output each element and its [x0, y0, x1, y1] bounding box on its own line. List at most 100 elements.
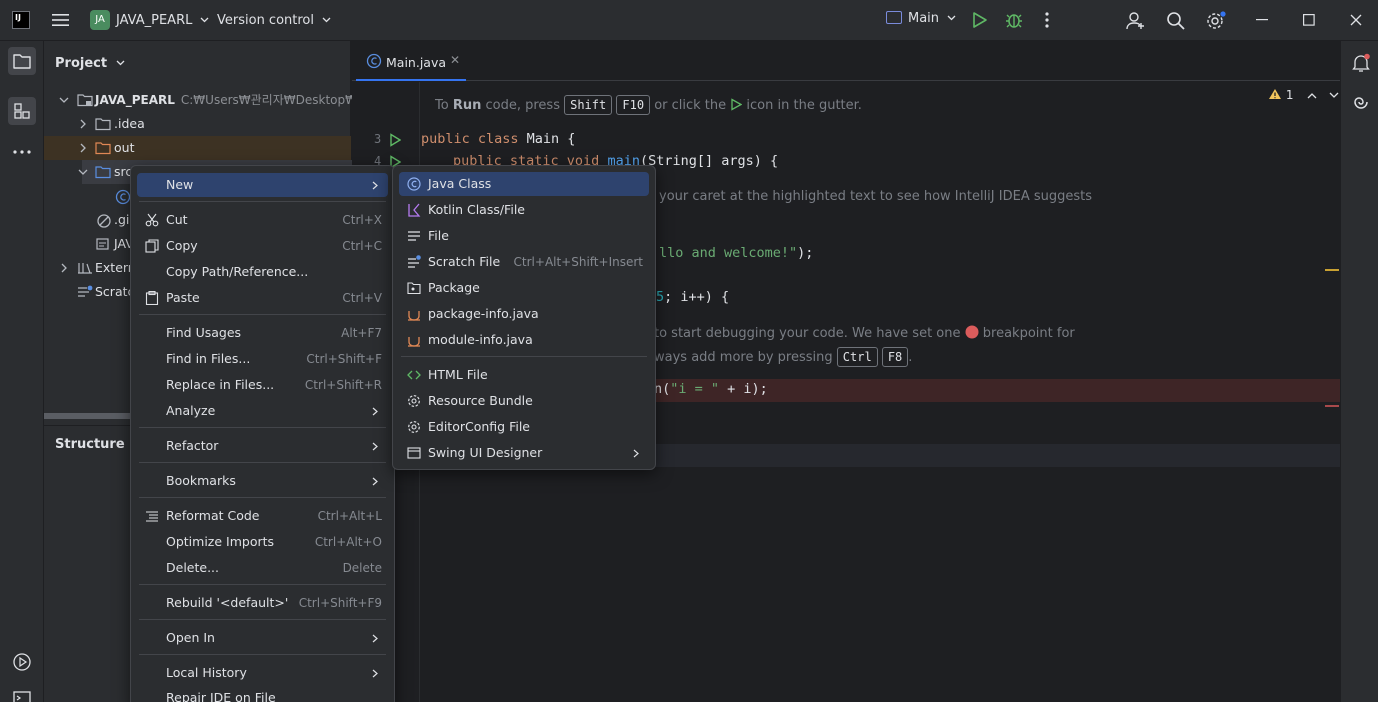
menu-item-shortcut: Ctrl+V	[342, 291, 382, 305]
project-tool-window-folder-icon[interactable]	[8, 47, 36, 75]
menu-item-label: Swing UI Designer	[428, 445, 543, 460]
project-switcher[interactable]: JAVA_PEARL	[116, 13, 209, 28]
maximize-icon[interactable]	[1303, 14, 1315, 26]
scratch-file-icon	[407, 255, 421, 269]
menu-item-bookmarks[interactable]: Bookmarks	[137, 469, 388, 493]
menu-separator	[139, 427, 386, 428]
more-actions-icon[interactable]	[1042, 11, 1052, 29]
menu-item-label: EditorConfig File	[428, 419, 530, 434]
more-tool-windows-icon[interactable]	[8, 138, 36, 166]
debug-icon[interactable]	[1005, 11, 1023, 29]
chevron-right-icon[interactable]	[78, 143, 88, 153]
menu-item-label: Copy Path/Reference...	[166, 264, 309, 279]
menu-item-find-usages[interactable]: Find Usages Alt+F7	[137, 321, 388, 345]
notifications-bell-icon[interactable]	[1351, 53, 1371, 73]
close-icon[interactable]	[1350, 14, 1362, 26]
terminal-icon[interactable]	[8, 684, 36, 702]
menu-item-shortcut: Ctrl+C	[342, 239, 382, 253]
submenu-item-package[interactable]: Package	[399, 276, 649, 300]
submenu-item-html-file[interactable]: HTML File	[399, 363, 649, 387]
menu-item-label: Paste	[166, 290, 200, 305]
code-line: public class Main {	[421, 131, 575, 147]
breakpoint-dot-icon	[965, 325, 979, 339]
chevron-down-icon[interactable]	[78, 167, 88, 177]
menu-item-optimize-imports[interactable]: Optimize Imports Ctrl+Alt+O	[137, 530, 388, 554]
chevron-down-icon[interactable]	[1329, 92, 1339, 99]
ai-assistant-spiral-icon[interactable]	[1351, 92, 1371, 112]
chevron-right-icon	[372, 669, 378, 678]
submenu-item-java-class[interactable]: Java Class	[399, 172, 649, 196]
intellij-logo-icon: IJ	[12, 11, 30, 29]
menu-item-copy[interactable]: Copy Ctrl+C	[137, 234, 388, 258]
hint-text: icon in the gutter.	[742, 98, 862, 113]
settings-gear-icon[interactable]	[1205, 11, 1227, 31]
menu-item-label: Reformat Code	[166, 508, 260, 523]
chevron-right-icon[interactable]	[59, 263, 69, 273]
menu-item-label: module-info.java	[428, 332, 533, 347]
root-name: JAVA_PEARL	[95, 93, 175, 107]
menu-item-cut[interactable]: Cut Ctrl+X	[137, 208, 388, 232]
tree-row-root[interactable]: JAVA_PEARL C:₩Users₩관리자₩Desktop₩proje	[44, 88, 387, 112]
close-tab-icon[interactable]: ✕	[450, 53, 460, 67]
menu-item-paste[interactable]: Paste Ctrl+V	[137, 286, 388, 310]
project-context-menu: New Cut Ctrl+X Copy Ctrl+C Copy Path/Ref…	[130, 165, 395, 702]
run-gutter-icon[interactable]	[389, 133, 401, 147]
submenu-item-file[interactable]: File	[399, 224, 649, 248]
menu-item-analyze[interactable]: Analyze	[137, 399, 388, 423]
main-menu-icon[interactable]	[52, 12, 70, 28]
warning-stripe-marker[interactable]	[1325, 269, 1339, 271]
menu-item-refactor[interactable]: Refactor	[137, 434, 388, 458]
scrollbar-thumb[interactable]	[44, 413, 134, 419]
chevron-down-icon[interactable]	[59, 95, 69, 105]
menu-item-shortcut: Ctrl+X	[342, 213, 382, 227]
submenu-item-kotlin-class[interactable]: Kotlin Class/File	[399, 198, 649, 222]
menu-item-reformat-code[interactable]: Reformat Code Ctrl+Alt+L	[137, 504, 388, 528]
chevron-up-icon[interactable]	[1307, 92, 1317, 99]
run-configuration-selector[interactable]: Main	[886, 11, 956, 31]
menu-item-label: Cut	[166, 212, 188, 227]
project-badge[interactable]: JA	[90, 10, 110, 30]
menu-item-local-history[interactable]: Local History	[137, 661, 388, 685]
submenu-item-package-info[interactable]: package-info.java	[399, 302, 649, 326]
menu-item-find-in-files[interactable]: Find in Files... Ctrl+Shift+F	[137, 347, 388, 371]
submenu-item-swing-ui-designer[interactable]: Swing UI Designer	[399, 441, 649, 465]
menu-item-copy-path[interactable]: Copy Path/Reference...	[137, 260, 388, 284]
minimize-icon[interactable]	[1256, 19, 1268, 21]
submenu-item-editorconfig[interactable]: EditorConfig File	[399, 415, 649, 439]
inspection-widget[interactable]: 1	[1268, 88, 1339, 102]
menu-item-repair-ide[interactable]: Repair IDE on File	[137, 686, 388, 702]
excluded-folder-icon	[95, 141, 111, 155]
breakpoint-stripe-marker[interactable]	[1325, 405, 1339, 407]
tab-label: Main.java	[386, 55, 447, 70]
add-user-icon[interactable]	[1126, 11, 1146, 31]
menu-separator	[139, 314, 386, 315]
line-number: 3	[374, 132, 382, 146]
menu-item-open-in[interactable]: Open In	[137, 626, 388, 650]
submenu-item-resource-bundle[interactable]: Resource Bundle	[399, 389, 649, 413]
menu-item-rebuild[interactable]: Rebuild '<default>' Ctrl+Shift+F9	[137, 591, 388, 615]
menu-item-replace-in-files[interactable]: Replace in Files... Ctrl+Shift+R	[137, 373, 388, 397]
tree-row-idea[interactable]: .idea	[44, 112, 351, 136]
chevron-right-icon	[372, 407, 378, 416]
tree-row-out[interactable]: out	[44, 136, 351, 160]
hint-text: To	[435, 98, 453, 113]
comment-text: to start debugging your code. We have se…	[654, 326, 965, 341]
menu-item-new[interactable]: New	[137, 173, 388, 197]
version-control-widget[interactable]: Version control	[217, 13, 331, 28]
structure-tool-window-icon[interactable]	[8, 97, 36, 125]
code-token: "i = "	[670, 381, 720, 397]
services-icon[interactable]	[8, 648, 36, 676]
menu-item-shortcut: Ctrl+Alt+O	[314, 535, 382, 549]
code-line: n("i = " + i);	[654, 381, 768, 397]
menu-item-label: Rebuild '<default>'	[166, 595, 289, 610]
run-icon[interactable]	[972, 11, 988, 29]
search-icon[interactable]	[1166, 11, 1186, 31]
chevron-right-icon[interactable]	[78, 119, 88, 129]
menu-item-shortcut: Ctrl+Shift+F9	[298, 596, 382, 610]
project-panel-header[interactable]: Project	[55, 56, 125, 71]
submenu-item-module-info[interactable]: module-info.java	[399, 328, 649, 352]
menu-item-delete[interactable]: Delete... Delete	[137, 556, 388, 580]
tab-main-java[interactable]: Main.java ✕	[356, 41, 468, 81]
menu-item-label: Repair IDE on File	[166, 690, 276, 702]
submenu-item-scratch-file[interactable]: Scratch File Ctrl+Alt+Shift+Insert	[399, 250, 649, 274]
